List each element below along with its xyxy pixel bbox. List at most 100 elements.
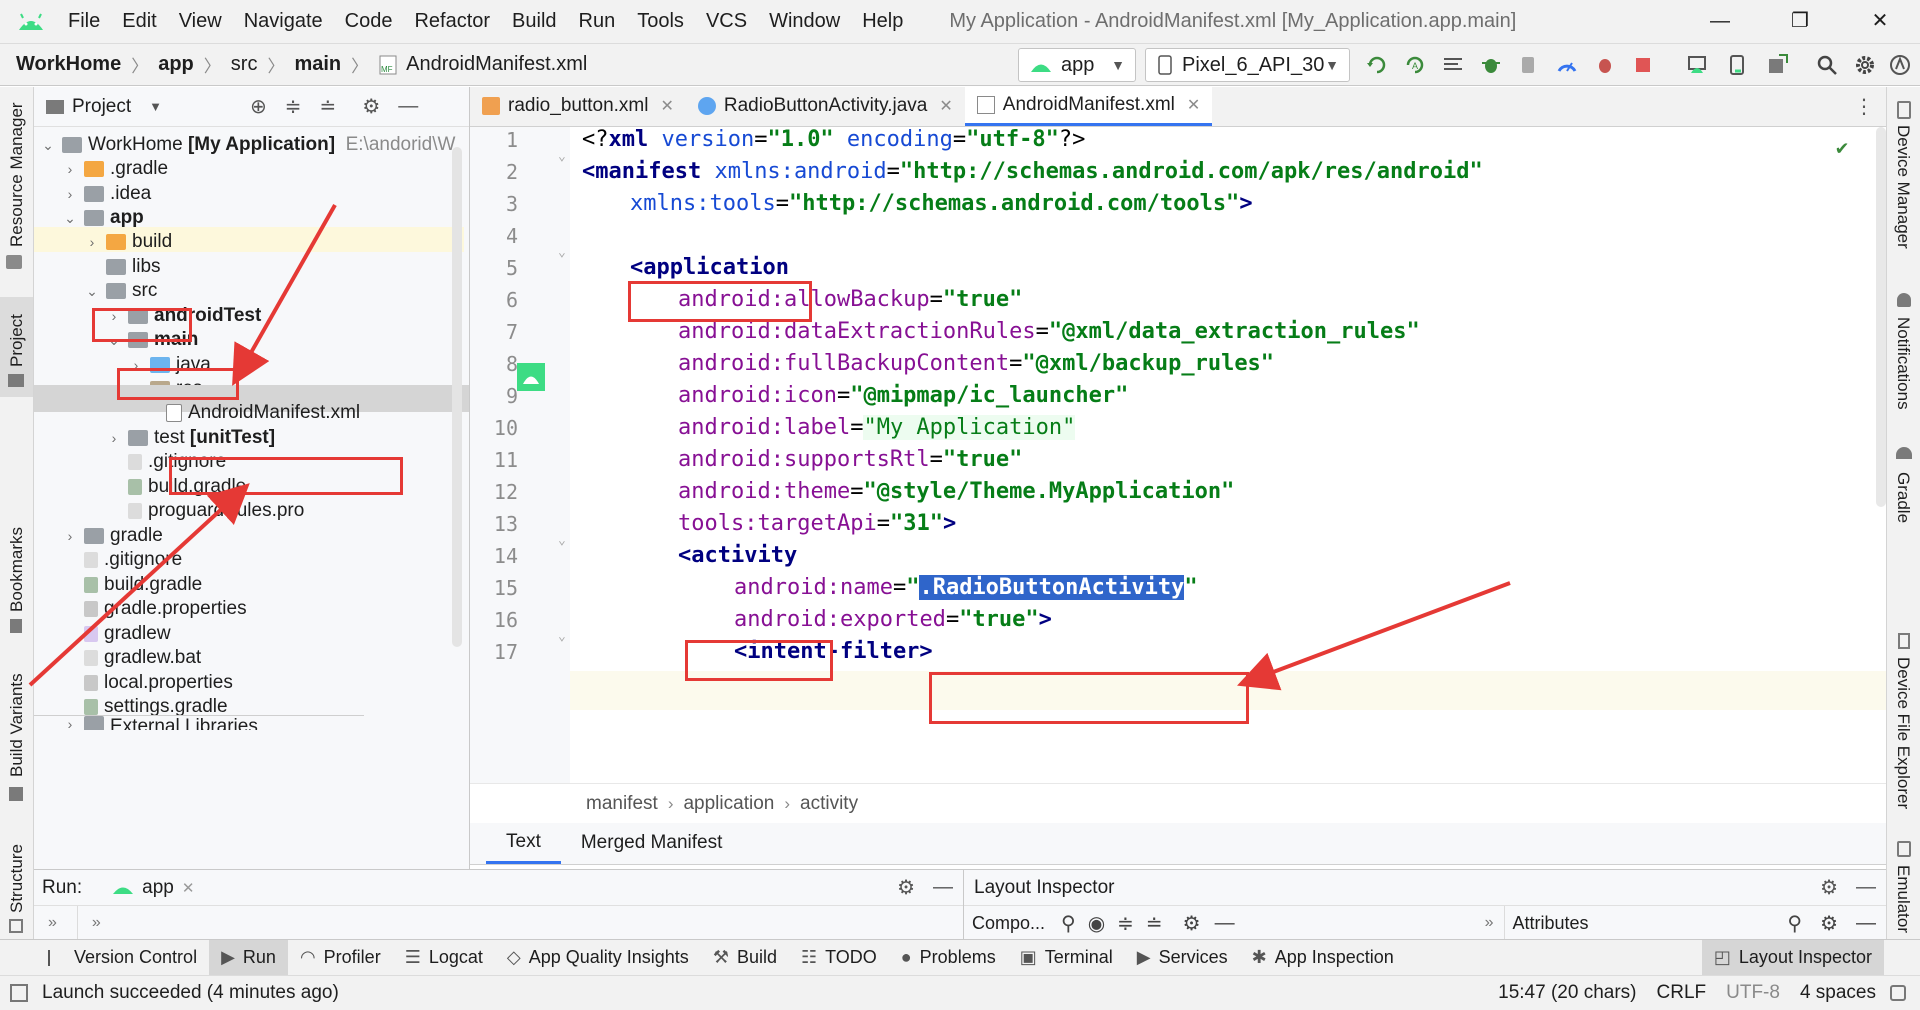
fold-marker-icon[interactable]: ⌄: [558, 533, 566, 548]
expand-all-icon[interactable]: ≑: [285, 94, 302, 119]
run-config-select[interactable]: app ▼: [1018, 48, 1136, 82]
fold-marker-icon[interactable]: ⌄: [558, 629, 566, 644]
h-scroll-track[interactable]: [34, 715, 364, 716]
caret-position[interactable]: 15:47 (20 chars): [1498, 982, 1636, 1004]
menu-run[interactable]: Run: [579, 10, 616, 33]
menu-file[interactable]: File: [68, 10, 100, 33]
close-icon[interactable]: ✕: [660, 96, 673, 116]
hide-panel-icon[interactable]: —: [1856, 876, 1876, 899]
gradle-tab[interactable]: Gradle: [1893, 472, 1913, 523]
project-view-select[interactable]: Project: [72, 96, 131, 118]
chevron-right-icon[interactable]: »: [92, 914, 101, 932]
build-variants-tab[interactable]: Build Variants: [7, 673, 27, 777]
device-manager-tab[interactable]: Device Manager: [1893, 125, 1913, 249]
collapse-all-icon[interactable]: ≐: [1146, 911, 1163, 936]
more-tabs-icon[interactable]: ⋮: [1854, 94, 1874, 119]
debug-icon[interactable]: [1479, 53, 1503, 77]
crumb-activity[interactable]: activity: [800, 793, 858, 815]
expand-all-icon[interactable]: ≑: [1117, 911, 1134, 936]
bug-attach-icon[interactable]: [1593, 53, 1617, 77]
gear-icon[interactable]: ⚙: [362, 94, 380, 119]
close-icon[interactable]: ✕: [1187, 95, 1200, 115]
run-config-tab[interactable]: app: [142, 877, 174, 899]
hide-panel-icon[interactable]: —: [1856, 912, 1876, 935]
gear-icon[interactable]: ⚙: [1183, 911, 1201, 936]
stop-icon[interactable]: [1631, 53, 1655, 77]
menu-refactor[interactable]: Refactor: [414, 10, 490, 33]
breadcrumb-manifest[interactable]: AndroidManifest.xml: [406, 53, 587, 76]
profiler-icon[interactable]: [1555, 53, 1579, 77]
chevron-down-icon[interactable]: ▼: [149, 99, 162, 114]
restore-button[interactable]: ❐: [1760, 0, 1840, 43]
collapse-all-icon[interactable]: ≐: [320, 94, 337, 119]
search-icon[interactable]: ⚲: [1061, 911, 1076, 936]
gear-icon[interactable]: ⚙: [1820, 875, 1838, 900]
gear-icon[interactable]: [1853, 53, 1877, 77]
gear-icon[interactable]: ⚙: [1820, 911, 1838, 936]
minimize-button[interactable]: —: [1680, 0, 1760, 43]
apply-code-changes-icon[interactable]: A: [1403, 53, 1427, 77]
bookmarks-tab[interactable]: Bookmarks: [7, 527, 27, 612]
tool-problems[interactable]: ● Problems: [889, 940, 1008, 976]
device-manager-toolbar-icon[interactable]: [1685, 53, 1709, 77]
breadcrumb-src[interactable]: src: [231, 53, 258, 76]
tool-profiler[interactable]: ◠ Profiler: [288, 940, 393, 976]
gear-icon[interactable]: ⚙: [897, 875, 915, 900]
menu-edit[interactable]: Edit: [122, 10, 156, 33]
tool-terminal[interactable]: ▣ Terminal: [1008, 940, 1125, 976]
attach-debugger-icon[interactable]: [1517, 53, 1541, 77]
structure-tab[interactable]: Structure: [7, 844, 27, 913]
search-icon[interactable]: ⚲: [1787, 911, 1802, 936]
vertical-scrollbar[interactable]: [452, 147, 462, 647]
breadcrumb-main[interactable]: main: [294, 53, 341, 76]
menu-window[interactable]: Window: [769, 10, 840, 33]
sdk-download-icon[interactable]: [1765, 53, 1789, 77]
breadcrumb-workhome[interactable]: WorkHome: [16, 53, 121, 76]
menu-navigate[interactable]: Navigate: [244, 10, 323, 33]
sdk-manager-icon[interactable]: [1725, 53, 1749, 77]
tab-merged-manifest[interactable]: Merged Manifest: [561, 822, 743, 864]
fold-marker-icon[interactable]: ⌄: [558, 149, 566, 164]
chevron-right-icon[interactable]: »: [48, 914, 57, 932]
menu-help[interactable]: Help: [862, 10, 903, 33]
tool-todo[interactable]: ☷ TODO: [789, 940, 889, 976]
close-icon[interactable]: ✕: [182, 879, 195, 897]
crumb-application[interactable]: application: [683, 793, 774, 815]
menu-vcs[interactable]: VCS: [706, 10, 747, 33]
editor-scrollbar[interactable]: [1876, 127, 1886, 507]
tab-text[interactable]: Text: [486, 822, 561, 864]
close-window-button[interactable]: ✕: [1840, 0, 1920, 43]
hide-panel-icon[interactable]: —: [398, 95, 418, 118]
logcat-lines-icon[interactable]: [1441, 53, 1465, 77]
tool-app-inspection[interactable]: ✱ App Inspection: [1240, 940, 1406, 976]
eye-icon[interactable]: ◉: [1088, 911, 1105, 936]
tool-logcat[interactable]: ☰ Logcat: [393, 940, 495, 976]
project-tab[interactable]: Project: [7, 314, 27, 367]
tool-build[interactable]: ⚒ Build: [701, 940, 789, 976]
notifications-tab[interactable]: Notifications: [1893, 317, 1913, 410]
indent-setting[interactable]: 4 spaces: [1800, 982, 1876, 1004]
menu-build[interactable]: Build: [512, 10, 556, 33]
fold-marker-icon[interactable]: ⌄: [558, 245, 566, 260]
chevron-right-icon[interactable]: »: [1485, 914, 1494, 932]
menu-view[interactable]: View: [179, 10, 222, 33]
menu-tools[interactable]: Tools: [637, 10, 684, 33]
hide-panel-icon[interactable]: —: [1215, 912, 1235, 935]
lock-icon[interactable]: [1890, 985, 1906, 1001]
tool-run[interactable]: ▶ Run: [209, 939, 288, 976]
device-file-explorer-tab[interactable]: Device File Explorer: [1893, 657, 1913, 809]
crumb-manifest[interactable]: manifest: [586, 793, 658, 815]
line-separator[interactable]: CRLF: [1657, 982, 1707, 1004]
tool-app-quality-insights[interactable]: ◇ App Quality Insights: [495, 940, 701, 976]
android-studio-icon[interactable]: [1888, 53, 1912, 77]
android-launcher-icon[interactable]: [517, 363, 545, 391]
status-message[interactable]: Launch succeeded (4 minutes ago): [42, 982, 339, 1004]
close-icon[interactable]: ✕: [939, 96, 952, 116]
resource-manager-tab[interactable]: Resource Manager: [7, 102, 27, 247]
panel-toggle-icon[interactable]: [10, 984, 28, 1002]
locate-icon[interactable]: ⊕: [250, 94, 267, 119]
breadcrumb-app[interactable]: app: [158, 53, 194, 76]
file-encoding[interactable]: UTF-8: [1726, 982, 1780, 1004]
tool-services[interactable]: ▶ Services: [1125, 940, 1240, 976]
tool-layout-inspector[interactable]: ◰ Layout Inspector: [1701, 939, 1884, 976]
